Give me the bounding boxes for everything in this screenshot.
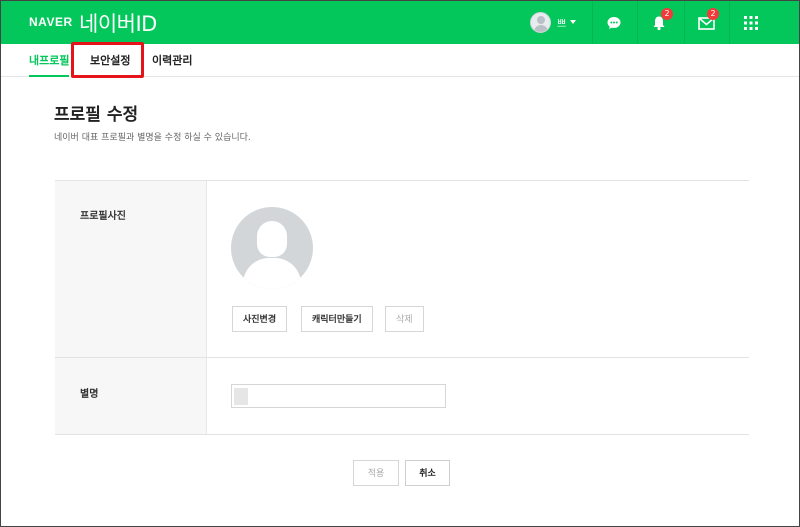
cancel-button[interactable]: 취소: [405, 460, 450, 486]
app-window: NAVER 네이버ID 쁘 2 2 내프로필 보안설정 이력관리 프로필 수정 …: [0, 0, 800, 527]
profile-photo-label: 프로필사진: [80, 211, 126, 222]
nickname-input[interactable]: [231, 384, 446, 408]
naver-logo[interactable]: NAVER: [29, 15, 73, 29]
apply-button[interactable]: 적용: [353, 460, 399, 486]
user-avatar-icon[interactable]: [530, 12, 551, 33]
grid-icon[interactable]: [739, 11, 763, 35]
chevron-down-icon[interactable]: [570, 20, 576, 24]
row-divider: [55, 357, 749, 358]
notification-badge: 2: [661, 8, 673, 20]
chat-icon[interactable]: [602, 11, 626, 35]
tab-my-profile[interactable]: 내프로필: [29, 44, 70, 77]
delete-photo-button[interactable]: 삭제: [385, 306, 424, 332]
nickname-label: 별명: [80, 389, 99, 400]
make-character-button[interactable]: 캐릭터만들기: [301, 306, 373, 332]
tab-history[interactable]: 이력관리: [152, 44, 192, 77]
page-title: 프로필 수정: [54, 105, 139, 125]
header-divider: [592, 1, 593, 44]
header-divider: [637, 1, 638, 44]
page-description: 네이버 대표 프로필과 별명을 수정 하실 수 있습니다.: [54, 133, 251, 143]
user-name[interactable]: 쁘: [557, 15, 566, 30]
top-header: NAVER 네이버ID 쁘 2 2: [1, 1, 799, 44]
bell-icon[interactable]: 2: [647, 8, 673, 35]
mail-icon[interactable]: 2: [694, 8, 719, 35]
profile-form: 프로필사진 사진변경 캐릭터만들기 삭제 별명: [55, 180, 749, 435]
change-photo-button[interactable]: 사진변경: [232, 306, 288, 332]
header-divider: [684, 1, 685, 44]
mail-badge: 2: [707, 8, 719, 20]
label-column: [55, 181, 207, 434]
tab-bar: 내프로필 보안설정 이력관리: [1, 44, 799, 77]
tab-security-settings[interactable]: 보안설정: [90, 44, 130, 77]
service-title[interactable]: 네이버ID: [79, 8, 157, 38]
header-divider: [729, 1, 730, 44]
profile-photo-placeholder: [231, 207, 313, 289]
nickname-value-mask: [234, 388, 248, 405]
